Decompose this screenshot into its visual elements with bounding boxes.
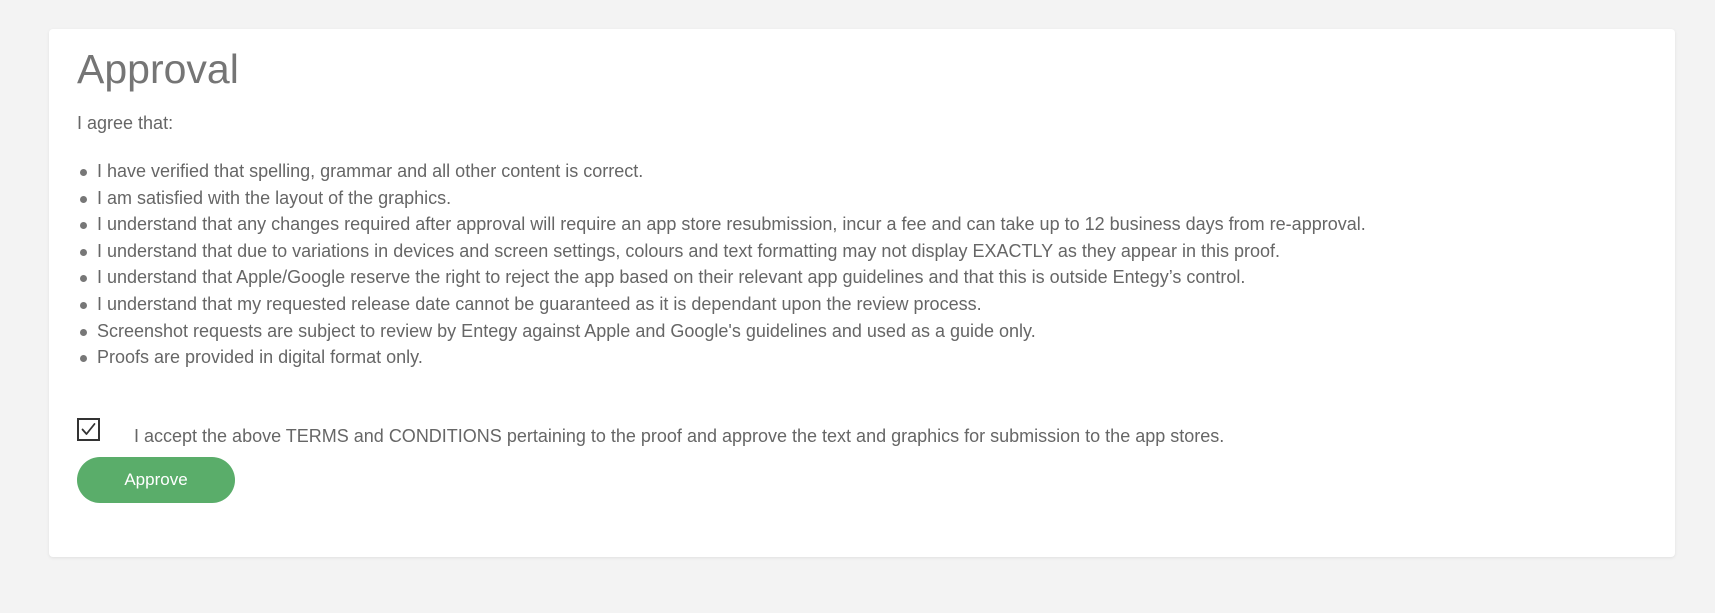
term-text: I am satisfied with the layout of the gr… <box>97 187 452 208</box>
page-title: Approval <box>77 46 239 92</box>
intro-text: I agree that: <box>77 113 174 133</box>
bullet-dot-icon <box>80 328 87 336</box>
bullet-dot-icon <box>80 355 87 363</box>
bullet-dot-icon <box>80 169 87 176</box>
list-item: I am satisfied with the layout of the gr… <box>77 185 1366 212</box>
accept-terms-label: I accept the above TERMS and CONDITIONS … <box>134 426 1225 446</box>
approval-card: Approval I agree that: I have verified t… <box>49 29 1675 557</box>
term-text: I understand that any changes required a… <box>97 214 1366 235</box>
bullet-dot-icon <box>80 301 87 309</box>
terms-list: I have verified that spelling, grammar a… <box>77 158 1366 371</box>
term-text: Screenshot requests are subject to revie… <box>97 320 1036 341</box>
list-item: I understand that any changes required a… <box>77 211 1366 238</box>
list-item: Proofs are provided in digital format on… <box>77 344 1366 371</box>
bullet-dot-icon <box>80 222 87 230</box>
accept-terms-row: I accept the above TERMS and CONDITIONS … <box>77 416 1477 446</box>
list-item: I understand that due to variations in d… <box>77 238 1366 265</box>
term-text: I understand that my requested release d… <box>97 293 982 314</box>
approve-button[interactable]: Approve <box>77 457 235 503</box>
term-text: I understand that due to variations in d… <box>97 240 1280 261</box>
list-item: I understand that my requested release d… <box>77 291 1366 318</box>
checkmark-icon <box>81 423 96 435</box>
accept-terms-checkbox[interactable] <box>77 418 100 441</box>
list-item: I have verified that spelling, grammar a… <box>77 158 1366 185</box>
bullet-dot-icon <box>80 275 87 283</box>
list-item: Screenshot requests are subject to revie… <box>77 318 1366 345</box>
term-text: I understand that Apple/Google reserve t… <box>97 267 1246 288</box>
list-item: I understand that Apple/Google reserve t… <box>77 264 1366 291</box>
term-text: I have verified that spelling, grammar a… <box>97 161 644 181</box>
term-text: Proofs are provided in digital format on… <box>97 347 423 368</box>
bullet-dot-icon <box>80 248 87 256</box>
bullet-dot-icon <box>80 195 87 203</box>
